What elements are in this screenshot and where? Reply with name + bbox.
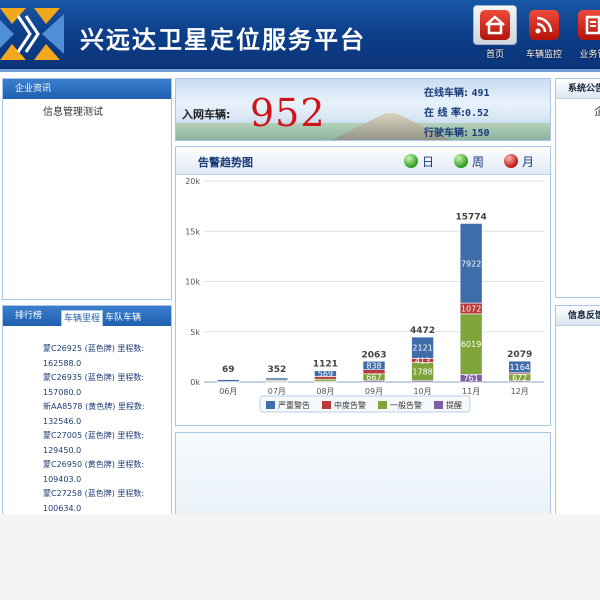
feedback-title: 信息反馈: [556, 306, 600, 326]
bar-total-label: 69: [222, 365, 235, 375]
rss-icon: [535, 16, 553, 34]
x-tick-label: 08月: [316, 387, 334, 396]
nav-monitor-label: 车辆监控: [525, 50, 562, 60]
bar-segment: [216, 379, 240, 382]
tab-vehicle-mileage[interactable]: 车辆里程: [61, 310, 104, 326]
x-tick-label: 09月: [365, 387, 383, 396]
enterprise-news-item[interactable]: 信息管理测试: [43, 103, 171, 118]
period-month-button[interactable]: 月: [504, 153, 534, 170]
ranking-header: 排行榜 车辆里程 车队车辆: [3, 306, 171, 326]
list-item[interactable]: 蒙C27258 (蓝色牌) 里程数: 100634.0: [43, 487, 171, 514]
tab-fleet-vehicles[interactable]: 车队车辆: [103, 310, 143, 326]
legend-label: 一般告警: [390, 400, 422, 410]
legend-swatch: [322, 401, 331, 409]
x-tick-label: 06月: [219, 387, 237, 396]
alarm-trend-header: 告警趋势图 日 周 月: [176, 147, 550, 175]
document-icon: [585, 15, 600, 35]
bar-data-label: 838: [366, 361, 381, 370]
registered-vehicles-label: 入网车辆:: [182, 108, 231, 121]
registered-vehicles-count: 952: [250, 91, 326, 135]
legend-label: 中度告警: [334, 400, 366, 410]
bar-data-label: 1072: [461, 304, 481, 313]
y-tick-label: 10k: [185, 278, 200, 287]
alarm-trend-panel: 告警趋势图 日 周 月 0k 5k 10k 15k 20k 69 06月 352 07月 1121…: [175, 146, 551, 426]
list-item[interactable]: 蒙C26950 (黄色牌) 里程数: 109403.0: [43, 458, 171, 487]
vehicle-stats-banner: 入网车辆: 952 在线车辆: 491 在 线 率:0.52 行驶车辆: 150: [175, 78, 551, 141]
feedback-panel: 信息反馈: [555, 305, 600, 514]
y-tick-label: 5k: [190, 328, 200, 337]
ranking-list: 蒙C26925 (蓝色牌) 里程数: 162588.0 蒙C26935 (蓝色牌)…: [3, 326, 171, 514]
header-stripe: [0, 69, 600, 72]
enterprise-news-panel: 企业资讯 信息管理测试: [2, 78, 172, 300]
home-icon: [485, 15, 505, 35]
green-dot-icon: [454, 154, 468, 168]
bar-data-label: 569: [318, 370, 333, 379]
bar-data-label: 1164: [510, 363, 530, 372]
nav-business-button[interactable]: 业务管: [568, 5, 600, 60]
app: 兴远达卫星定位服务平台 首页 车辆监控 业务 企业资讯 信息管理测试 排行榜 车…: [0, 0, 600, 514]
list-item[interactable]: 蒙C26935 (蓝色牌) 里程数: 157080.0: [43, 371, 171, 400]
x-tick-label: 10月: [413, 387, 431, 396]
list-item[interactable]: 新AA8578 (黄色牌) 里程数: 132546.0: [43, 400, 171, 429]
site-title: 兴远达卫星定位服务平台: [80, 26, 366, 54]
period-day-button[interactable]: 日: [404, 153, 434, 170]
system-notice-panel: 系统公告 企: [555, 78, 600, 298]
y-tick-label: 20k: [185, 177, 200, 186]
bar-data-label: 413: [415, 356, 430, 365]
bar-total-label: 15774: [455, 212, 486, 222]
x-tick-label: 11月: [462, 387, 480, 396]
list-item[interactable]: 蒙C27005 (蓝色牌) 里程数: 129450.0: [43, 429, 171, 458]
bar-total-label: 1121: [313, 360, 338, 370]
x-tick-label: 12月: [511, 387, 529, 396]
green-dot-icon: [404, 154, 418, 168]
ranking-panel: 排行榜 车辆里程 车队车辆 蒙C26925 (蓝色牌) 里程数: 162588.0…: [2, 305, 172, 514]
bar-data-label: 667: [366, 373, 381, 382]
legend-swatch: [434, 401, 443, 409]
bar-data-label: 7922: [461, 259, 481, 268]
nav-home-button[interactable]: 首页: [470, 5, 520, 60]
alarm-trend-title: 告警趋势图: [198, 156, 253, 169]
header-bar: 兴远达卫星定位服务平台 首页 车辆监控 业务: [0, 0, 600, 72]
legend-swatch: [266, 401, 275, 409]
red-dot-icon: [504, 154, 518, 168]
center-bottom-panel: [175, 432, 551, 514]
x-tick-label: 07月: [268, 387, 286, 396]
system-notice-item[interactable]: 企: [594, 103, 600, 118]
bar-data-label: 6019: [461, 340, 481, 349]
bar-segment: [265, 377, 289, 381]
driving-vehicles-stat: 行驶车辆: 150: [424, 128, 490, 139]
bar-total-label: 2079: [507, 350, 532, 360]
online-rate-stat: 在 线 率:0.52: [424, 108, 490, 119]
bar-total-label: 352: [267, 365, 286, 375]
bar-data-label: 2121: [412, 344, 432, 353]
nav-business-label: 业务管: [579, 50, 600, 60]
bar-total-label: 2063: [361, 350, 386, 360]
legend-label: 提醒: [446, 400, 462, 410]
y-tick-label: 15k: [185, 227, 200, 236]
bar-segment: [314, 378, 337, 382]
nav-home-label: 首页: [485, 50, 504, 60]
system-notice-title: 系统公告: [556, 79, 600, 99]
enterprise-news-title: 企业资讯: [3, 79, 171, 99]
bar-data-label: 672: [512, 373, 527, 382]
list-item[interactable]: 蒙C26925 (蓝色牌) 里程数: 162588.0: [43, 342, 171, 371]
nav-monitor-button[interactable]: 车辆监控: [519, 5, 569, 60]
company-logo: [0, 8, 64, 60]
ranking-title: 排行榜: [15, 311, 43, 321]
alarm-trend-chart: 0k 5k 10k 15k 20k 69 06月 352 07月 1121 08月 569 2063 09…: [185, 177, 544, 413]
bar-data-label: 761: [464, 374, 479, 383]
bar-total-label: 4472: [410, 326, 435, 336]
bar-data-label: 1788: [412, 368, 432, 377]
period-week-button[interactable]: 周: [454, 153, 484, 170]
legend-label: 严重警告: [278, 400, 310, 410]
y-tick-label: 0k: [190, 378, 200, 387]
legend-swatch: [378, 401, 387, 409]
online-vehicles-stat: 在线车辆: 491: [424, 88, 490, 99]
